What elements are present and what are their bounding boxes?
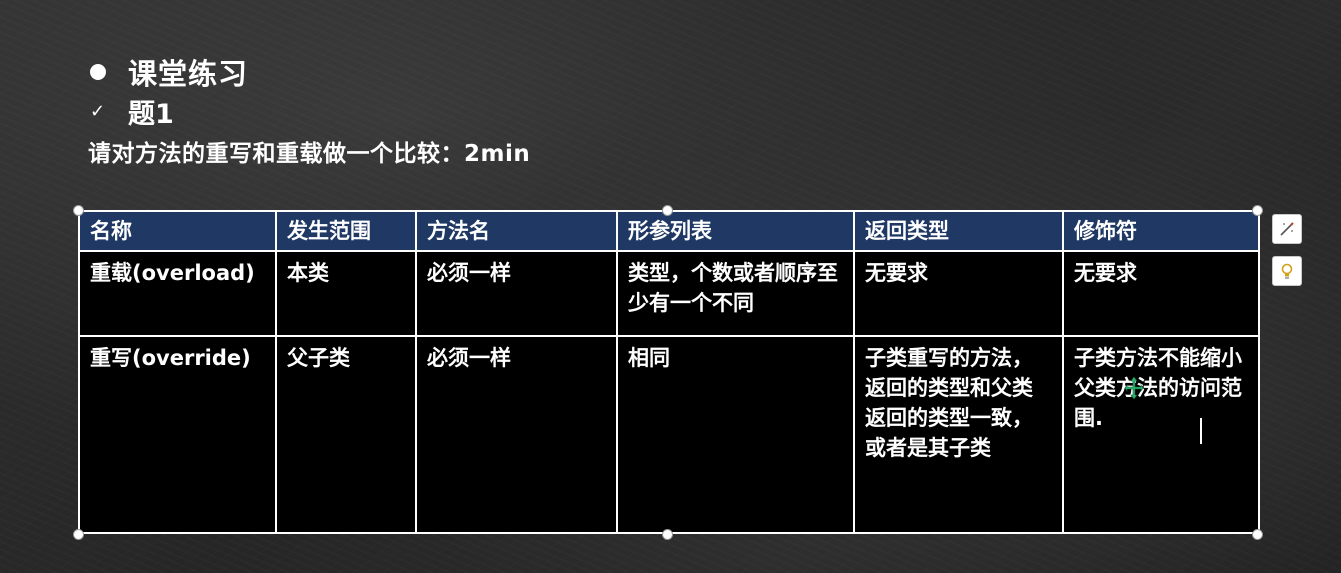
side-toolbar (1272, 214, 1304, 298)
design-ideas-button[interactable] (1272, 214, 1302, 244)
table-cell[interactable]: 本类 (275, 250, 417, 337)
header-cell-modifier[interactable]: 修饰符 (1062, 210, 1260, 252)
lightbulb-icon (1281, 263, 1293, 279)
text-caret (1200, 418, 1202, 444)
wand-icon (1280, 222, 1294, 236)
resize-handle-top-center[interactable] (662, 205, 673, 216)
table-cell[interactable]: 重写(override) (78, 334, 277, 535)
table-cell[interactable]: 必须一样 (415, 250, 618, 337)
table-header-row: 名称 发生范围 方法名 形参列表 返回类型 修饰符 (78, 210, 1260, 252)
header-cell-scope[interactable]: 发生范围 (275, 210, 417, 252)
resize-handle-bottom-left[interactable] (73, 529, 84, 540)
header-cell-return-type[interactable]: 返回类型 (853, 210, 1064, 252)
table-cell[interactable]: 子类重写的方法，返回的类型和父类返回的类型一致，或者是其子类 (853, 334, 1064, 535)
comparison-table-frame[interactable]: 名称 发生范围 方法名 形参列表 返回类型 修饰符 重载(overload) 本… (78, 210, 1260, 535)
table-cell[interactable]: 相同 (616, 334, 855, 535)
bullet-dot-icon (90, 64, 106, 80)
table-row: 重写(override) 父子类 必须一样 相同 子类重写的方法，返回的类型和父… (78, 334, 1260, 535)
table-cell[interactable]: 重载(overload) (78, 250, 277, 337)
header-cell-params[interactable]: 形参列表 (616, 210, 855, 252)
move-cursor-icon (1124, 376, 1144, 400)
table-cell[interactable]: 父子类 (275, 334, 417, 535)
tell-me-button[interactable] (1272, 256, 1302, 286)
table-cell[interactable]: 无要求 (853, 250, 1064, 337)
resize-handle-bottom-center[interactable] (662, 529, 673, 540)
table-cell[interactable]: 子类方法不能缩小父类方法的访问范围. (1062, 334, 1260, 535)
sub-bullet-line: ✓ 题1 (88, 92, 530, 130)
comparison-table[interactable]: 名称 发生范围 方法名 形参列表 返回类型 修饰符 重载(overload) 本… (78, 210, 1260, 535)
slide-title: 课堂练习 (128, 57, 249, 91)
check-bullet-icon: ✓ (90, 100, 106, 122)
table-cell[interactable]: 无要求 (1062, 250, 1260, 337)
question-title: 题1 (128, 98, 174, 130)
slide-text-block: 课堂练习 ✓ 题1 请对方法的重写和重载做一个比较：2min (88, 52, 530, 168)
table-cell[interactable]: 类型，个数或者顺序至少有一个不同 (616, 250, 855, 337)
resize-handle-top-left[interactable] (73, 205, 84, 216)
header-cell-method-name[interactable]: 方法名 (415, 210, 618, 252)
table-cell[interactable]: 必须一样 (415, 334, 618, 535)
resize-handle-top-right[interactable] (1252, 205, 1263, 216)
table-row: 重载(overload) 本类 必须一样 类型，个数或者顺序至少有一个不同 无要… (78, 250, 1260, 337)
resize-handle-bottom-right[interactable] (1252, 529, 1263, 540)
header-cell-name[interactable]: 名称 (78, 210, 277, 252)
question-prompt: 请对方法的重写和重载做一个比较：2min (88, 141, 531, 167)
bullet-line: 课堂练习 (88, 52, 530, 92)
